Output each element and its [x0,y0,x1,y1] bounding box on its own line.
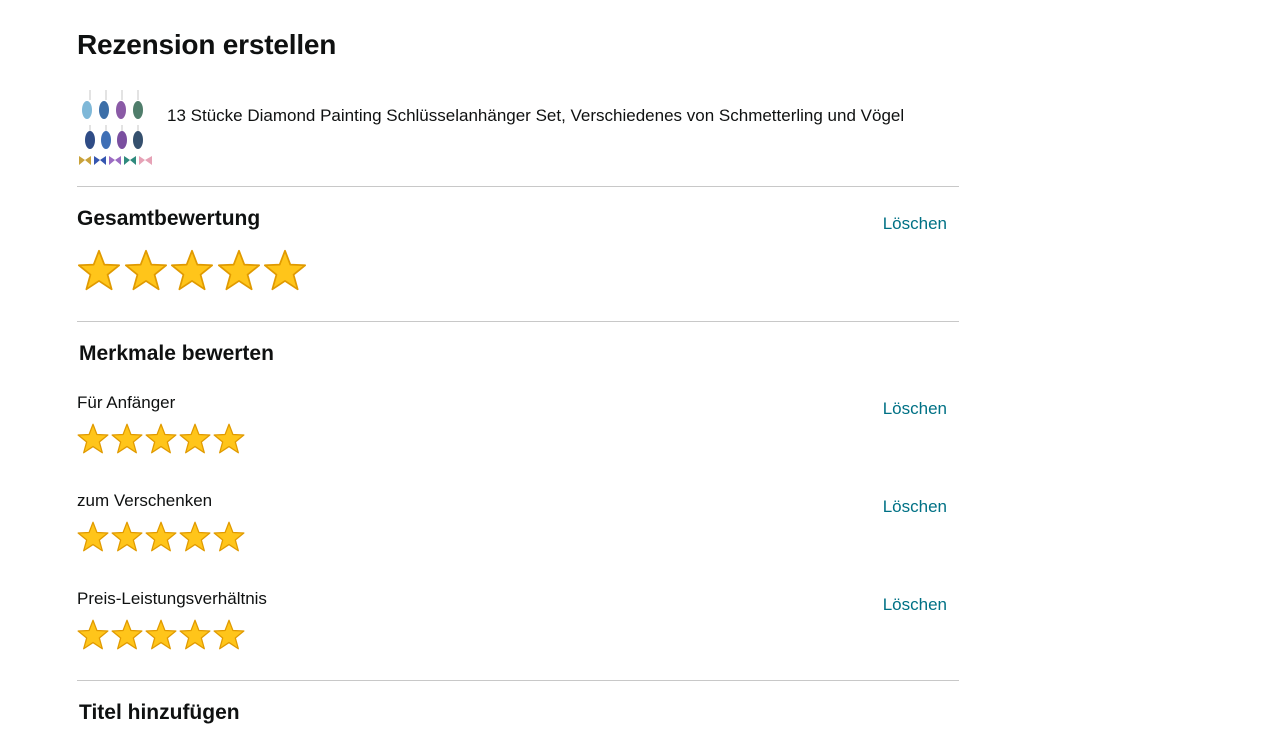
star-icon[interactable] [77,423,109,454]
product-summary: 13 Stücke Diamond Painting Schlüsselanhä… [77,88,959,168]
feature-clear-link-gift[interactable]: Löschen [883,497,947,517]
feature-label-gift: zum Verschenken [77,491,213,510]
star-icon[interactable] [145,521,177,552]
divider [77,680,959,681]
star-icon[interactable] [170,249,214,291]
divider [77,321,959,322]
star-icon[interactable] [213,423,245,454]
star-icon[interactable] [217,249,261,291]
star-icon[interactable] [179,521,211,552]
overall-star-rating[interactable] [77,249,310,291]
star-icon[interactable] [145,423,177,454]
star-icon[interactable] [179,619,211,650]
star-icon[interactable] [77,521,109,552]
feature-label-beginners: Für Anfänger [77,393,176,412]
star-icon[interactable] [124,249,168,291]
feature-star-rating-value[interactable] [77,619,247,650]
star-icon[interactable] [179,423,211,454]
star-icon[interactable] [77,249,121,291]
feature-clear-link-beginners[interactable]: Löschen [883,399,947,419]
product-name[interactable]: 13 Stücke Diamond Painting Schlüsselanhä… [167,106,947,126]
product-thumbnail [77,88,155,168]
feature-star-rating-beginners[interactable] [77,423,247,454]
star-icon[interactable] [111,521,143,552]
overall-clear-link[interactable]: Löschen [883,214,947,234]
star-icon[interactable] [213,619,245,650]
feature-ratings-title: Merkmale bewerten [79,342,274,365]
star-icon[interactable] [111,423,143,454]
star-icon[interactable] [145,619,177,650]
feature-clear-link-value[interactable]: Löschen [883,595,947,615]
star-icon[interactable] [111,619,143,650]
star-icon[interactable] [213,521,245,552]
add-title-heading: Titel hinzufügen [79,701,240,724]
feature-label-value: Preis-Leistungsverhältnis [77,589,267,608]
star-icon[interactable] [263,249,307,291]
overall-rating-title: Gesamtbewertung [77,207,261,230]
star-icon[interactable] [77,619,109,650]
feature-star-rating-gift[interactable] [77,521,247,552]
divider [77,186,959,187]
page-title: Rezension erstellen [77,29,337,60]
